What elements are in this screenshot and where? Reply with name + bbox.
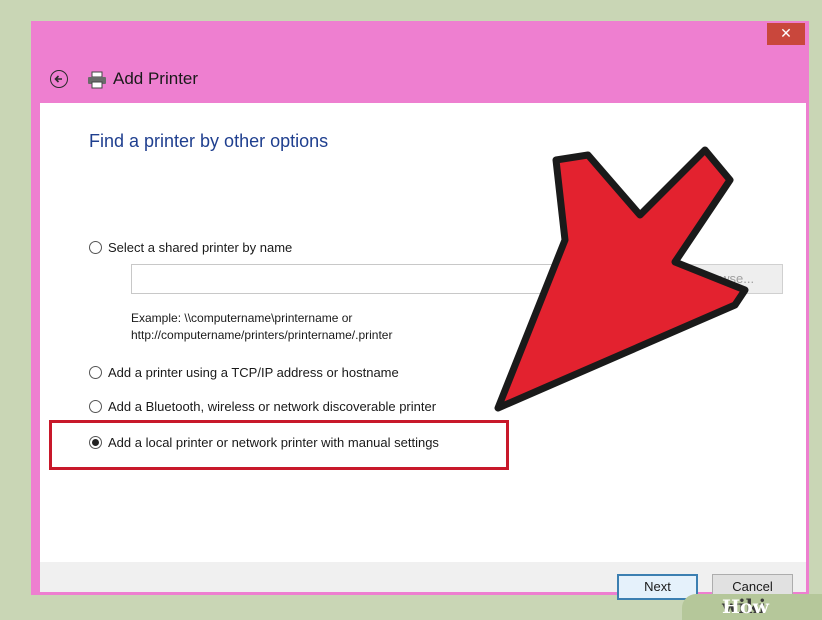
- back-button[interactable]: [50, 70, 68, 88]
- browse-button[interactable]: Browse...: [671, 264, 783, 294]
- window-title: Add Printer: [113, 69, 199, 88]
- page-heading: Find a printer by other options: [89, 131, 329, 151]
- dialog-footer: Next Cancel: [40, 562, 806, 600]
- wikihow-watermark: wiki How: [682, 594, 822, 620]
- option-label: Select a shared printer by name: [108, 240, 293, 255]
- watermark-part2: How: [722, 596, 769, 618]
- radio-tcpip[interactable]: [89, 366, 102, 379]
- highlight-box: [49, 420, 509, 470]
- add-printer-window: ✕ Add Printer Find a printer by other op…: [31, 21, 809, 600]
- next-button[interactable]: Next: [617, 574, 698, 600]
- dialog-content: Find a printer by other options Select a…: [40, 103, 806, 562]
- option-shared-printer[interactable]: Select a shared printer by name: [89, 240, 292, 255]
- back-arrow-icon: [54, 75, 62, 83]
- option-tcpip[interactable]: Add a printer using a TCP/IP address or …: [89, 365, 399, 380]
- option-label: Add a Bluetooth, wireless or network dis…: [108, 399, 437, 414]
- radio-shared-printer[interactable]: [89, 241, 102, 254]
- example-text: Example: \\computername\printername or h…: [131, 310, 531, 344]
- printer-icon: [88, 71, 106, 89]
- shared-printer-name-input[interactable]: [131, 264, 671, 294]
- option-label: Add a printer using a TCP/IP address or …: [108, 365, 399, 380]
- radio-bluetooth-wireless[interactable]: [89, 400, 102, 413]
- example-line-1: Example: \\computername\printername or: [131, 311, 353, 325]
- example-line-2: http://computername/printers/printername…: [131, 328, 393, 342]
- title-bar: Add Printer: [31, 21, 809, 103]
- option-bluetooth-wireless[interactable]: Add a Bluetooth, wireless or network dis…: [89, 399, 436, 414]
